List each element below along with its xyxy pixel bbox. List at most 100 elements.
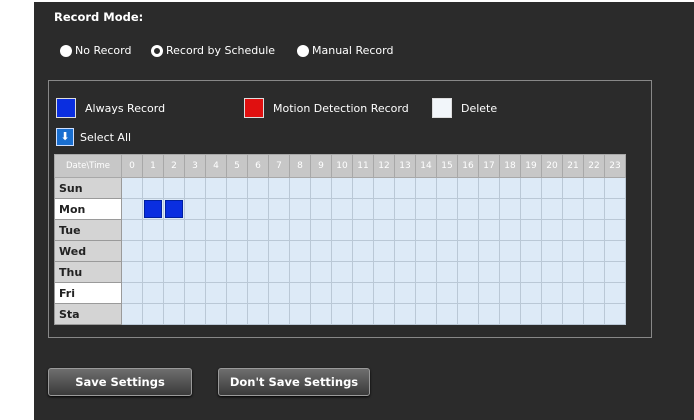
schedule-cell[interactable] (436, 177, 458, 199)
schedule-cell[interactable] (499, 303, 521, 325)
schedule-cell[interactable] (121, 177, 143, 199)
schedule-cell[interactable] (226, 282, 248, 304)
schedule-cell[interactable] (436, 261, 458, 283)
legend-motion-detection[interactable]: Motion Detection Record (244, 98, 409, 118)
hour-header-0[interactable]: 0 (121, 154, 143, 178)
schedule-cell[interactable] (373, 240, 395, 262)
schedule-cell[interactable] (352, 240, 374, 262)
schedule-cell[interactable] (142, 177, 164, 199)
schedule-cell[interactable] (205, 240, 227, 262)
hour-header-10[interactable]: 10 (331, 154, 353, 178)
schedule-cell[interactable] (520, 261, 542, 283)
schedule-cell[interactable] (394, 177, 416, 199)
schedule-cell[interactable] (604, 219, 626, 241)
schedule-cell[interactable] (184, 303, 206, 325)
schedule-cell[interactable] (373, 282, 395, 304)
schedule-cell[interactable] (163, 261, 185, 283)
schedule-cell[interactable] (373, 219, 395, 241)
select-all[interactable]: ⬇ Select All (56, 128, 131, 146)
schedule-cell[interactable] (226, 303, 248, 325)
schedule-cell[interactable] (478, 303, 500, 325)
motion-detection-swatch[interactable] (244, 98, 264, 118)
schedule-cell[interactable] (583, 198, 605, 220)
hour-header-20[interactable]: 20 (541, 154, 563, 178)
schedule-cell[interactable] (394, 282, 416, 304)
schedule-cell[interactable] (478, 282, 500, 304)
schedule-cell[interactable] (121, 198, 143, 220)
schedule-cell[interactable] (583, 219, 605, 241)
legend-always-record[interactable]: Always Record (56, 98, 165, 118)
hour-header-22[interactable]: 22 (583, 154, 605, 178)
schedule-cell[interactable] (268, 261, 290, 283)
schedule-cell[interactable] (499, 282, 521, 304)
schedule-cell[interactable] (373, 303, 395, 325)
schedule-cell[interactable] (604, 177, 626, 199)
schedule-cell[interactable] (604, 303, 626, 325)
day-label[interactable]: Thu (54, 261, 122, 283)
schedule-cell[interactable] (436, 240, 458, 262)
schedule-cell[interactable] (121, 261, 143, 283)
hour-header-15[interactable]: 15 (436, 154, 458, 178)
schedule-cell[interactable] (520, 219, 542, 241)
schedule-cell[interactable] (541, 198, 563, 220)
hour-header-23[interactable]: 23 (604, 154, 626, 178)
schedule-cell[interactable] (583, 303, 605, 325)
schedule-cell[interactable] (604, 198, 626, 220)
schedule-cell[interactable] (457, 240, 479, 262)
radio-button-selected-icon[interactable] (151, 44, 163, 57)
schedule-cell[interactable] (289, 177, 311, 199)
schedule-cell[interactable] (604, 240, 626, 262)
schedule-cell[interactable] (247, 219, 269, 241)
schedule-cell[interactable] (163, 303, 185, 325)
schedule-cell[interactable] (604, 261, 626, 283)
schedule-cell[interactable] (373, 177, 395, 199)
schedule-cell[interactable] (289, 261, 311, 283)
schedule-cell[interactable] (604, 282, 626, 304)
schedule-cell[interactable] (562, 240, 584, 262)
hour-header-3[interactable]: 3 (184, 154, 206, 178)
schedule-cell[interactable] (436, 198, 458, 220)
schedule-cell[interactable] (478, 177, 500, 199)
schedule-cell[interactable] (268, 240, 290, 262)
schedule-cell[interactable] (226, 261, 248, 283)
schedule-cell[interactable] (142, 219, 164, 241)
schedule-cell[interactable] (373, 261, 395, 283)
schedule-cell[interactable] (562, 177, 584, 199)
hour-header-12[interactable]: 12 (373, 154, 395, 178)
schedule-cell[interactable] (457, 177, 479, 199)
schedule-cell[interactable] (478, 219, 500, 241)
schedule-cell[interactable] (142, 282, 164, 304)
schedule-cell[interactable] (457, 282, 479, 304)
schedule-cell[interactable] (205, 261, 227, 283)
schedule-cell[interactable] (247, 261, 269, 283)
day-label[interactable]: Mon (54, 198, 122, 220)
schedule-cell[interactable] (331, 240, 353, 262)
schedule-cell[interactable] (121, 219, 143, 241)
schedule-cell[interactable] (478, 198, 500, 220)
schedule-cell[interactable] (247, 282, 269, 304)
hour-header-16[interactable]: 16 (457, 154, 479, 178)
schedule-cell[interactable] (520, 240, 542, 262)
schedule-cell[interactable] (247, 198, 269, 220)
schedule-cell[interactable] (394, 219, 416, 241)
always-record-swatch[interactable] (56, 98, 76, 118)
schedule-cell[interactable] (415, 282, 437, 304)
hour-header-6[interactable]: 6 (247, 154, 269, 178)
schedule-cell[interactable] (268, 177, 290, 199)
schedule-cell[interactable] (583, 282, 605, 304)
hour-header-1[interactable]: 1 (142, 154, 164, 178)
day-label[interactable]: Wed (54, 240, 122, 262)
schedule-cell[interactable] (205, 198, 227, 220)
schedule-cell[interactable] (394, 261, 416, 283)
hour-header-8[interactable]: 8 (289, 154, 311, 178)
radio-button-icon[interactable] (60, 44, 72, 57)
schedule-cell[interactable] (142, 240, 164, 262)
schedule-cell[interactable] (289, 282, 311, 304)
hour-header-13[interactable]: 13 (394, 154, 416, 178)
schedule-cell[interactable] (268, 219, 290, 241)
schedule-cell[interactable] (184, 282, 206, 304)
schedule-cell[interactable] (142, 261, 164, 283)
schedule-cell[interactable] (499, 219, 521, 241)
day-label[interactable]: Sun (54, 177, 122, 199)
schedule-cell[interactable] (562, 261, 584, 283)
